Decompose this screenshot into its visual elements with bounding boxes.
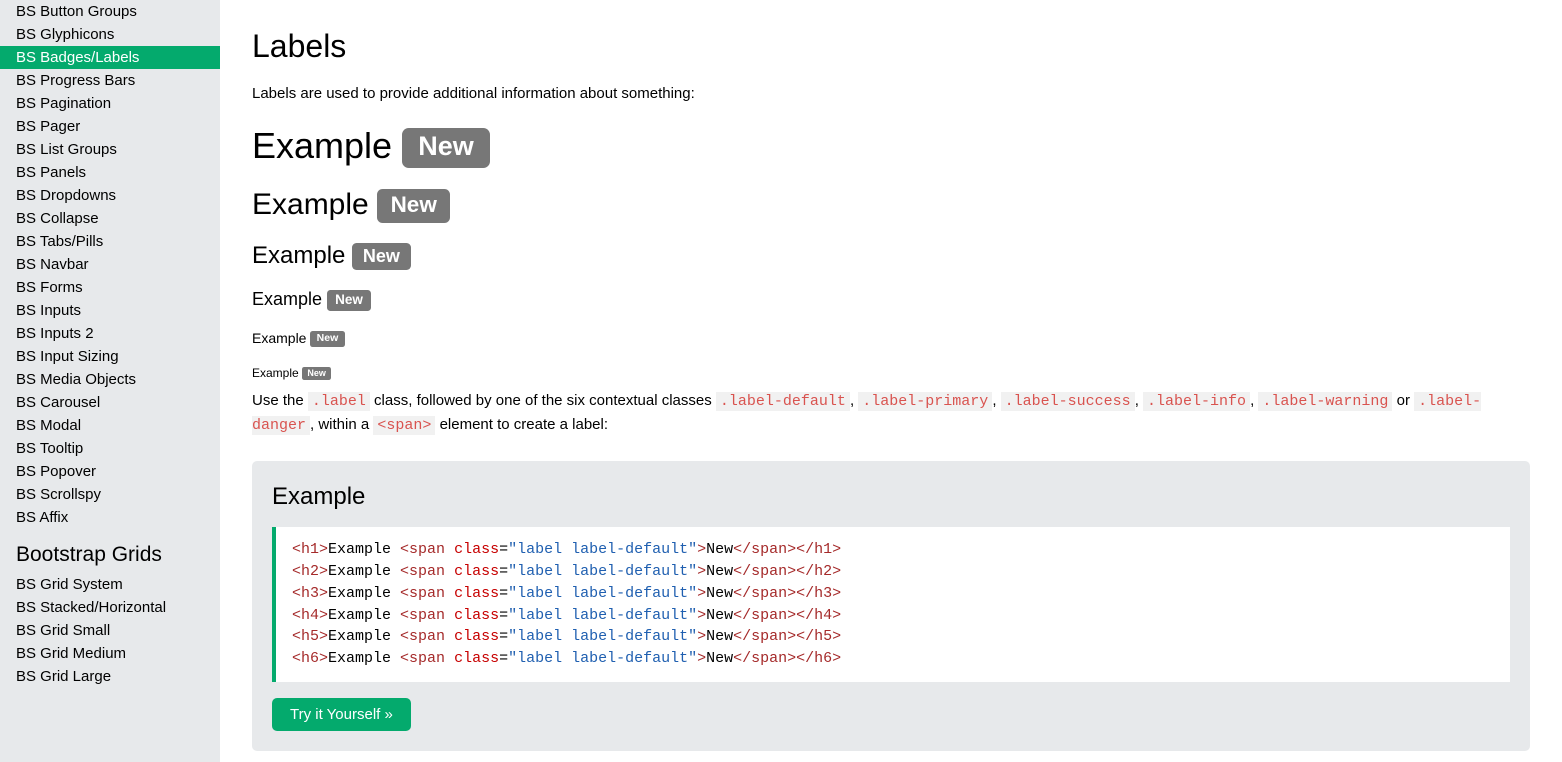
- label-badge: New: [352, 243, 411, 270]
- sidebar-item[interactable]: BS Stacked/Horizontal: [0, 596, 220, 619]
- sidebar-item[interactable]: BS Tooltip: [0, 437, 220, 460]
- sidebar-item[interactable]: BS Grid Medium: [0, 642, 220, 665]
- example-box-title: Example: [272, 483, 1510, 511]
- label-demo: Example New Example New Example New Exam…: [252, 126, 1530, 381]
- intro-text: Labels are used to provide additional in…: [252, 83, 1530, 106]
- code-inline: .label-warning: [1258, 392, 1392, 411]
- sidebar-item[interactable]: BS Tabs/Pills: [0, 230, 220, 253]
- sidebar-item[interactable]: BS Pager: [0, 115, 220, 138]
- sidebar-item[interactable]: BS Navbar: [0, 253, 220, 276]
- main-content: Labels Labels are used to provide additi…: [220, 0, 1562, 762]
- sidebar-item[interactable]: BS Inputs: [0, 299, 220, 322]
- sidebar-item[interactable]: BS Forms: [0, 276, 220, 299]
- sidebar-item[interactable]: BS Popover: [0, 460, 220, 483]
- demo-h3: Example New: [252, 243, 1530, 270]
- sidebar-item[interactable]: BS Media Objects: [0, 368, 220, 391]
- sidebar-item[interactable]: BS Carousel: [0, 391, 220, 414]
- sidebar-item[interactable]: BS List Groups: [0, 138, 220, 161]
- code-block: <h1>Example <span class="label label-def…: [272, 527, 1510, 682]
- code-inline: .label-success: [1001, 392, 1135, 411]
- description-text: Use the .label class, followed by one of…: [252, 390, 1530, 437]
- sidebar: BS Button GroupsBS GlyphiconsBS Badges/L…: [0, 0, 220, 762]
- label-badge: New: [402, 128, 490, 168]
- sidebar-item[interactable]: BS Inputs 2: [0, 322, 220, 345]
- demo-h2: Example New: [252, 188, 1530, 223]
- label-badge: New: [377, 189, 450, 223]
- sidebar-item[interactable]: BS Badges/Labels: [0, 46, 220, 69]
- demo-h1: Example New: [252, 126, 1530, 169]
- sidebar-item[interactable]: BS Panels: [0, 161, 220, 184]
- section-heading: Labels: [252, 28, 1530, 65]
- sidebar-item[interactable]: BS Input Sizing: [0, 345, 220, 368]
- demo-h4: Example New: [252, 290, 1530, 310]
- code-inline: .label-info: [1143, 392, 1250, 411]
- sidebar-item[interactable]: BS Modal: [0, 414, 220, 437]
- demo-h6: Example New: [252, 367, 1530, 381]
- try-it-yourself-button[interactable]: Try it Yourself »: [272, 698, 411, 731]
- demo-h5: Example New: [252, 331, 1530, 347]
- code-inline: .label-default: [716, 392, 850, 411]
- sidebar-item[interactable]: BS Progress Bars: [0, 69, 220, 92]
- sidebar-item[interactable]: BS Affix: [0, 506, 220, 529]
- label-badge: New: [302, 367, 331, 380]
- sidebar-item[interactable]: BS Button Groups: [0, 0, 220, 23]
- sidebar-item[interactable]: BS Grid Large: [0, 665, 220, 688]
- label-badge: New: [310, 331, 344, 347]
- label-badge: New: [327, 290, 371, 310]
- sidebar-item[interactable]: BS Scrollspy: [0, 483, 220, 506]
- sidebar-item[interactable]: BS Pagination: [0, 92, 220, 115]
- code-inline: .label: [308, 392, 370, 411]
- example-box: Example <h1>Example <span class="label l…: [252, 461, 1530, 751]
- code-inline: <span>: [373, 416, 435, 435]
- sidebar-grids-heading: Bootstrap Grids: [0, 529, 220, 573]
- sidebar-item[interactable]: BS Glyphicons: [0, 23, 220, 46]
- sidebar-item[interactable]: BS Collapse: [0, 207, 220, 230]
- sidebar-item[interactable]: BS Grid Small: [0, 619, 220, 642]
- sidebar-item[interactable]: BS Grid System: [0, 573, 220, 596]
- sidebar-item[interactable]: BS Dropdowns: [0, 184, 220, 207]
- code-inline: .label-primary: [858, 392, 992, 411]
